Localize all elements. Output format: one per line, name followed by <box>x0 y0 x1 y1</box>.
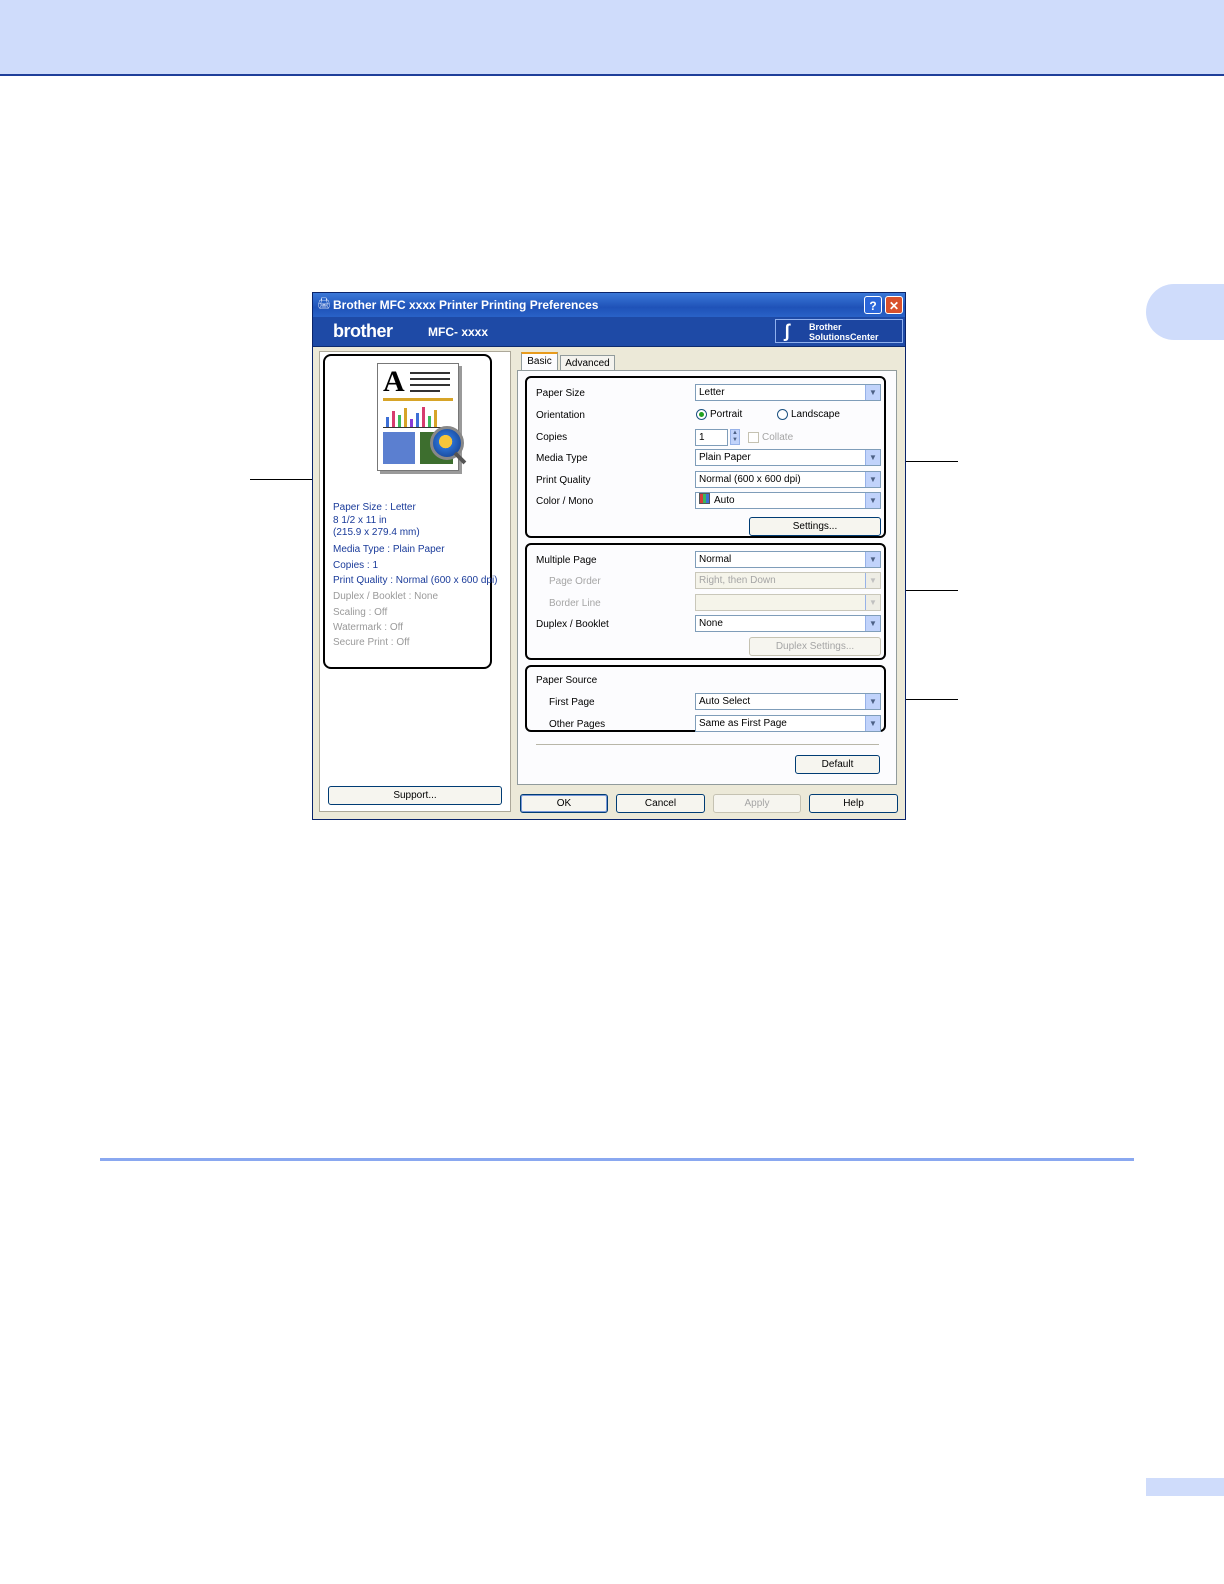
other-pages-label: Other Pages <box>549 719 606 730</box>
print-quality-label: Print Quality <box>536 475 591 486</box>
model-name: MFC- xxxx <box>428 325 489 339</box>
duplex-booklet-label: Duplex / Booklet <box>536 619 609 630</box>
page-header-band <box>0 0 1224 76</box>
color-icon <box>699 493 710 504</box>
summary-paper-size: Paper Size : Letter <box>333 502 416 513</box>
solutions-line2: SolutionsCenter <box>809 332 879 342</box>
divider <box>536 744 879 745</box>
close-button[interactable]: ✕ <box>885 296 903 314</box>
page-layout-group: Multiple Page Normal ▼ Page Order Right, … <box>525 543 886 660</box>
paper-size-label: Paper Size <box>536 388 585 399</box>
landscape-radio[interactable] <box>777 409 788 420</box>
page-number-box <box>1146 1478 1224 1496</box>
chevron-down-icon: ▼ <box>865 385 880 400</box>
copies-input[interactable]: 1 <box>695 429 728 446</box>
media-type-select[interactable]: Plain Paper ▼ <box>695 449 881 466</box>
chevron-down-icon: ▼ <box>865 450 880 465</box>
summary-paper-dims-in: 8 1/2 x 11 in <box>333 515 387 526</box>
brother-logo: brother <box>333 321 393 341</box>
ok-button[interactable]: OK <box>520 794 608 813</box>
solutions-center-icon: ʃ <box>784 321 790 341</box>
portrait-radio[interactable] <box>696 409 707 420</box>
chapter-tab <box>1146 284 1224 340</box>
chevron-down-icon: ▼ <box>865 716 880 731</box>
page-order-select[interactable]: Right, then Down ▼ <box>695 572 881 589</box>
first-page-label: First Page <box>549 697 595 708</box>
chevron-down-icon: ▼ <box>865 694 880 709</box>
chevron-down-icon: ▼ <box>865 595 880 610</box>
summary-copies: Copies : 1 <box>333 560 379 571</box>
multiple-page-label: Multiple Page <box>536 555 597 566</box>
border-line-select[interactable]: ▼ <box>695 594 881 611</box>
chevron-down-icon: ▼ <box>865 552 880 567</box>
summary-media-type: Media Type : Plain Paper <box>333 544 445 555</box>
support-button[interactable]: Support... <box>328 786 502 805</box>
copies-label: Copies <box>536 432 568 443</box>
solutions-center-button[interactable]: ʃ Brother SolutionsCenter <box>775 319 903 343</box>
settings-button[interactable]: Settings... <box>749 517 881 536</box>
tab-basic[interactable]: Basic <box>521 352 558 372</box>
border-line-label: Border Line <box>549 598 601 609</box>
footer-rule <box>100 1158 1134 1161</box>
copies-stepper[interactable]: ▲ ▼ <box>730 429 740 445</box>
color-mono-select[interactable]: Auto ▼ <box>695 492 881 509</box>
media-type-label: Media Type <box>536 453 588 464</box>
default-button[interactable]: Default <box>795 755 880 774</box>
printer-icon: 🖨 <box>317 298 331 310</box>
orientation-label: Orientation <box>536 410 585 421</box>
chevron-down-icon: ▼ <box>865 493 880 508</box>
preview-panel: A Paper Size: Letter 8 1/2 x 11 in (215… <box>319 351 511 812</box>
portrait-label[interactable]: Portrait <box>710 409 742 420</box>
window-title: Brother MFC xxxx Printer Printing Prefer… <box>333 298 599 312</box>
first-page-select[interactable]: Auto Select ▼ <box>695 693 881 710</box>
summary-scaling: Scaling : Off <box>333 607 388 618</box>
chevron-down-icon: ▼ <box>865 616 880 631</box>
paper-settings-group: Paper Size Letter ▼ Orientation Portrait … <box>525 376 886 538</box>
color-mono-label: Color / Mono <box>536 496 594 507</box>
other-pages-select[interactable]: Same as First Page ▼ <box>695 715 881 732</box>
cancel-button[interactable]: Cancel <box>616 794 705 813</box>
help-button[interactable]: Help <box>809 794 898 813</box>
paper-source-group: Paper Source First Page Auto Select ▼ Oth… <box>525 665 886 732</box>
help-title-button[interactable]: ? <box>864 296 882 314</box>
chevron-down-icon: ▼ <box>865 472 880 487</box>
collate-label: Collate <box>762 432 794 443</box>
printing-preferences-dialog: 🖨 Brother MFC xxxx Printer Printing Pref… <box>312 292 906 820</box>
print-quality-select[interactable]: Normal (600 x 600 dpi) ▼ <box>695 471 881 488</box>
summary-secure-print: Secure Print : Off <box>333 637 410 648</box>
collate-checkbox[interactable] <box>748 432 759 443</box>
title-bar[interactable]: 🖨 Brother MFC xxxx Printer Printing Pref… <box>313 293 905 317</box>
paper-source-label: Paper Source <box>536 675 598 686</box>
page-order-label: Page Order <box>549 576 601 587</box>
summary-paper-dims-mm: (215.9 x 279.4 mm) <box>333 527 420 538</box>
paper-size-select[interactable]: Letter ▼ <box>695 384 881 401</box>
solutions-line1: Brother <box>809 322 842 332</box>
duplex-settings-button[interactable]: Duplex Settings... <box>749 637 881 656</box>
duplex-booklet-select[interactable]: None ▼ <box>695 615 881 632</box>
brand-bar: brother MFC- xxxx ʃ Brother SolutionsCent… <box>313 317 905 347</box>
summary-watermark: Watermark : Off <box>333 622 404 633</box>
basic-tab-panel: Paper Size Letter ▼ Orientation Portrait … <box>517 370 897 785</box>
landscape-label[interactable]: Landscape <box>791 409 840 420</box>
summary-duplex: Duplex / Booklet : None <box>333 591 439 602</box>
apply-button[interactable]: Apply <box>713 794 801 813</box>
chevron-down-icon: ▼ <box>865 573 880 588</box>
summary-print-quality: Print Quality : Normal (600 x 600 dpi) <box>333 575 498 586</box>
multiple-page-select[interactable]: Normal ▼ <box>695 551 881 568</box>
